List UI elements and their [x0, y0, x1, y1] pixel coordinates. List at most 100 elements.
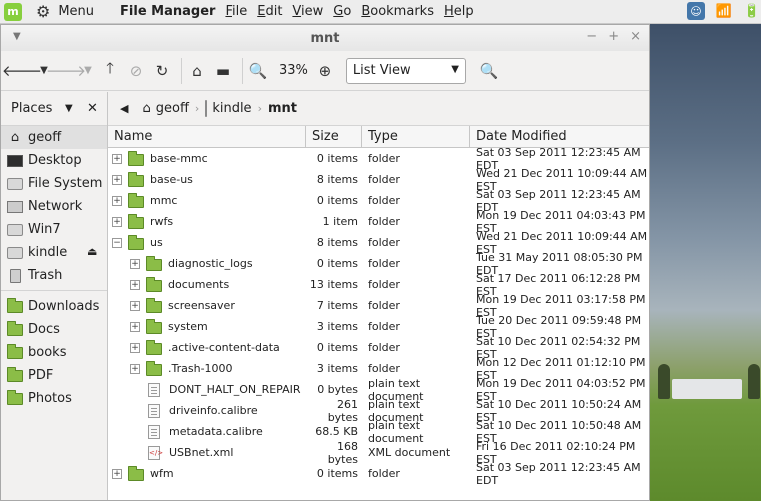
text-file-icon: [148, 424, 160, 439]
maximize-icon[interactable]: +: [608, 29, 619, 44]
file-name: diagnostic_logs: [168, 257, 253, 270]
computer-icon[interactable]: ▬: [212, 59, 234, 83]
crumb-mnt[interactable]: mnt: [268, 101, 297, 116]
cell-size: 0 items: [316, 152, 358, 165]
expander-icon[interactable]: +: [112, 153, 122, 164]
sidebar-divider: [1, 287, 107, 291]
menu-go[interactable]: Go: [333, 4, 351, 19]
cell-name: + base-mmc: [108, 151, 306, 166]
window-menu-icon[interactable]: ▼: [13, 31, 21, 42]
sidebar: Places ▼ ✕ ⌂ geoff Desktop File System N…: [1, 92, 108, 500]
file-name: .active-content-data: [168, 341, 280, 354]
zoom-in-icon[interactable]: ⊕: [314, 59, 336, 83]
main-menu-button[interactable]: Menu: [58, 4, 94, 19]
sidebar-item-win7[interactable]: Win7: [1, 218, 107, 241]
cell-type: folder: [368, 215, 400, 228]
column-size[interactable]: Size: [306, 126, 362, 147]
window-titlebar[interactable]: ▼ mnt − + ×: [1, 25, 649, 51]
close-icon[interactable]: ×: [630, 29, 641, 44]
battery-icon[interactable]: 🔋: [743, 2, 761, 20]
folder-icon: [7, 366, 23, 383]
sidebar-item-books[interactable]: books: [1, 341, 107, 364]
cell-name: + diagnostic_logs: [108, 256, 306, 271]
sidebar-dropdown-icon[interactable]: ▼: [65, 103, 73, 114]
expander-icon[interactable]: +: [130, 321, 140, 332]
forward-history-icon[interactable]: ▼: [81, 59, 95, 83]
sidebar-item-kindle[interactable]: kindle ⏏: [1, 241, 107, 264]
column-date-modified[interactable]: Date Modified: [470, 126, 648, 147]
cell-type: folder: [368, 299, 400, 312]
menu-gear-icon[interactable]: ⚙: [36, 2, 50, 21]
cell-type: folder: [368, 194, 400, 207]
expander-icon[interactable]: +: [130, 363, 140, 374]
column-type[interactable]: Type: [362, 126, 470, 147]
sidebar-close-icon[interactable]: ✕: [87, 101, 98, 116]
expander-icon[interactable]: +: [112, 468, 122, 479]
expander-icon[interactable]: +: [112, 216, 122, 227]
expander-icon[interactable]: +: [130, 258, 140, 269]
cell-name: metadata.calibre: [108, 424, 306, 439]
menu-file[interactable]: File: [225, 4, 247, 19]
crumb-kindle[interactable]: kindle: [205, 100, 252, 117]
expander-icon[interactable]: +: [130, 279, 140, 290]
user-tray-icon[interactable]: ☺: [687, 2, 705, 20]
folder-icon: [7, 343, 23, 360]
sidebar-item-pdf[interactable]: PDF: [1, 364, 107, 387]
zoom-level[interactable]: 33%: [279, 63, 308, 78]
signal-icon[interactable]: 📶: [715, 2, 733, 20]
cell-name: + mmc: [108, 193, 306, 208]
sidebar-title[interactable]: Places: [11, 101, 52, 116]
back-icon[interactable]: 🡐: [2, 59, 42, 83]
sidebar-item-label: Photos: [28, 391, 72, 406]
drive-icon: [7, 177, 23, 191]
drive-icon: [7, 246, 23, 260]
sidebar-item-desktop[interactable]: Desktop: [1, 149, 107, 172]
expander-icon[interactable]: +: [112, 195, 122, 206]
table-row[interactable]: + wfm 0 items folder Sat 03 Sep 2011 12:23:4…: [108, 461, 649, 487]
expander-icon[interactable]: +: [130, 342, 140, 353]
menu-go-mnemonic: G: [333, 4, 344, 19]
cell-type: folder: [368, 173, 400, 186]
cell-name: + .active-content-data: [108, 340, 306, 355]
menu-bookmarks[interactable]: Bookmarks: [361, 4, 434, 19]
up-icon[interactable]: 🡑: [99, 59, 121, 83]
menu-edit[interactable]: Edit: [257, 4, 282, 19]
forward-icon[interactable]: 🡒: [46, 59, 86, 83]
sidebar-item-downloads[interactable]: Downloads: [1, 295, 107, 318]
sidebar-item-network[interactable]: Network: [1, 195, 107, 218]
menu-view[interactable]: View: [292, 4, 323, 19]
sidebar-item-docs[interactable]: Docs: [1, 318, 107, 341]
reload-icon[interactable]: ↻: [151, 59, 173, 83]
breadcrumb-left-arrow-icon[interactable]: ◀: [120, 102, 128, 115]
expander-icon[interactable]: +: [112, 174, 122, 185]
sidebar-item-label: geoff: [28, 130, 62, 145]
stop-icon[interactable]: ⊘: [125, 59, 147, 83]
mint-logo-icon[interactable]: m: [4, 2, 22, 21]
desktop-icon: [7, 154, 23, 168]
column-name[interactable]: Name: [108, 126, 306, 147]
crumb-label: geoff: [155, 101, 189, 116]
menu-help[interactable]: Help: [444, 4, 474, 19]
expander-icon[interactable]: +: [130, 300, 140, 311]
sidebar-item-trash[interactable]: Trash: [1, 264, 107, 287]
cell-name: + rwfs: [108, 214, 306, 229]
cell-size: 261 bytes: [327, 397, 358, 424]
zoom-out-icon[interactable]: 🔍: [247, 59, 269, 83]
cell-type: folder: [368, 341, 400, 354]
sidebar-item-photos[interactable]: Photos: [1, 387, 107, 410]
text-file-icon: [148, 403, 160, 418]
cell-type: folder: [368, 278, 400, 291]
cell-name: + screensaver: [108, 298, 306, 313]
view-mode-select[interactable]: List View ▼: [345, 57, 466, 84]
minimize-icon[interactable]: −: [586, 29, 597, 44]
home-icon[interactable]: ⌂: [186, 59, 208, 83]
search-icon[interactable]: 🔍: [478, 59, 500, 83]
sidebar-item-geoff[interactable]: ⌂ geoff: [1, 126, 107, 149]
sidebar-item-file-system[interactable]: File System: [1, 172, 107, 195]
cell-type: folder: [368, 320, 400, 333]
expander-icon[interactable]: −: [112, 237, 122, 248]
crumb-label: kindle: [212, 101, 252, 116]
crumb-geoff[interactable]: ⌂ geoff: [142, 101, 188, 116]
file-name: driveinfo.calibre: [169, 404, 258, 417]
eject-icon[interactable]: ⏏: [87, 245, 97, 258]
